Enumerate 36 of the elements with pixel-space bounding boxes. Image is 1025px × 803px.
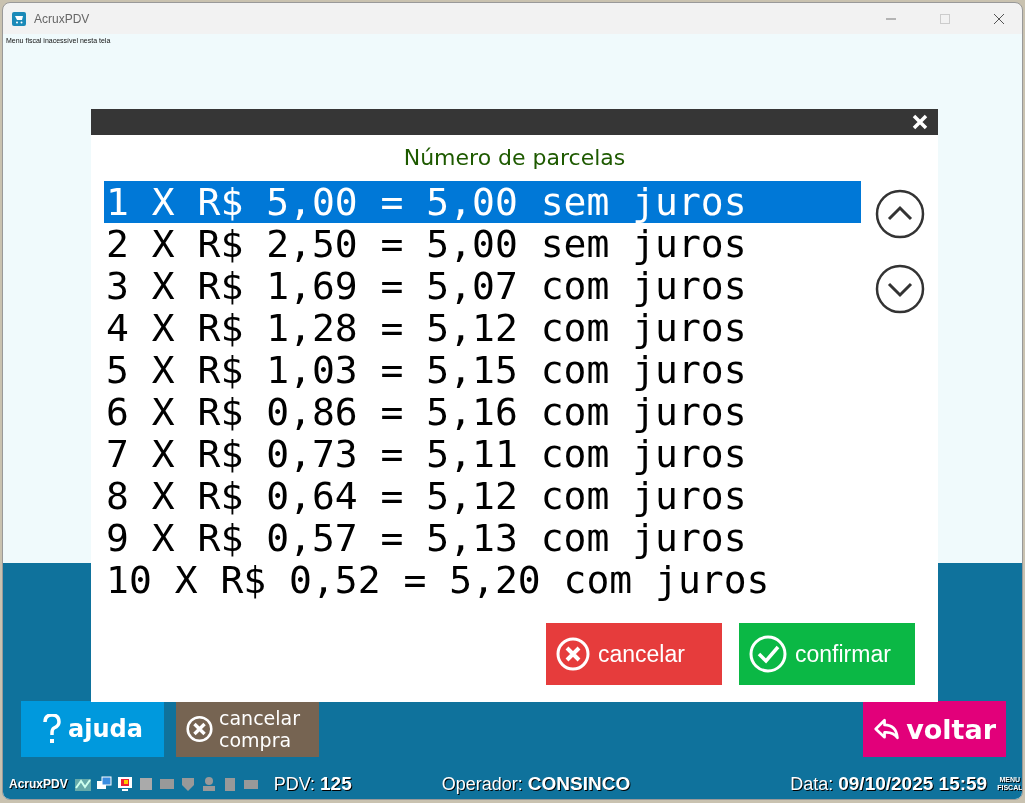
installment-option[interactable]: 7 X R$ 0,73 = 5,11 com juros <box>104 433 861 475</box>
cancel-purchase-button[interactable]: cancelar compra <box>176 701 319 757</box>
scroll-down-button[interactable] <box>875 264 925 314</box>
installment-option[interactable]: 8 X R$ 0,64 = 5,12 com juros <box>104 475 861 517</box>
close-circle-icon <box>556 637 590 671</box>
installment-option[interactable]: 6 X R$ 0,86 = 5,16 com juros <box>104 391 861 433</box>
operator-label: Operador: <box>441 774 523 795</box>
maximize-icon <box>939 13 951 24</box>
installment-option[interactable]: 1 X R$ 5,00 = 5,00 sem juros <box>104 181 861 223</box>
installment-option[interactable]: 2 X R$ 2,50 = 5,00 sem juros <box>104 223 861 265</box>
close-icon <box>993 13 1005 24</box>
back-button[interactable]: voltar <box>863 701 1006 757</box>
installment-option[interactable]: 3 X R$ 1,69 = 5,07 com juros <box>104 265 861 307</box>
app-name: AcruxPDV <box>9 777 68 791</box>
window-title: AcruxPDV <box>34 11 90 26</box>
chevron-down-icon <box>875 264 925 314</box>
app-icon <box>12 11 26 26</box>
close-circle-icon <box>186 713 213 745</box>
close-icon <box>912 114 928 130</box>
monitor-icon <box>115 775 134 793</box>
chevron-up-icon <box>875 189 925 239</box>
pdv-number: 125 <box>320 773 352 795</box>
installment-option[interactable]: 4 X R$ 1,28 = 5,12 com juros <box>104 307 861 349</box>
operator-name: CONSINCO <box>527 773 631 795</box>
installment-option[interactable]: 9 X R$ 0,57 = 5,13 com juros <box>104 517 861 559</box>
question-icon <box>42 714 63 744</box>
pdv-label: PDV: <box>273 774 316 795</box>
scroll-up-button[interactable] <box>875 189 925 239</box>
date-label: Data: <box>790 774 834 795</box>
cancel-button[interactable]: cancelar <box>546 623 722 685</box>
check-circle-icon <box>749 635 787 673</box>
date-time: 09/10/2025 15:59 <box>838 773 988 795</box>
dialog-title: Número de parcelas <box>403 144 626 172</box>
installment-option[interactable]: 5 X R$ 1,03 = 5,15 com juros <box>104 349 861 391</box>
close-button[interactable] <box>912 114 928 130</box>
installment-option[interactable]: 10 X R$ 0,52 = 5,20 com juros <box>104 559 861 601</box>
